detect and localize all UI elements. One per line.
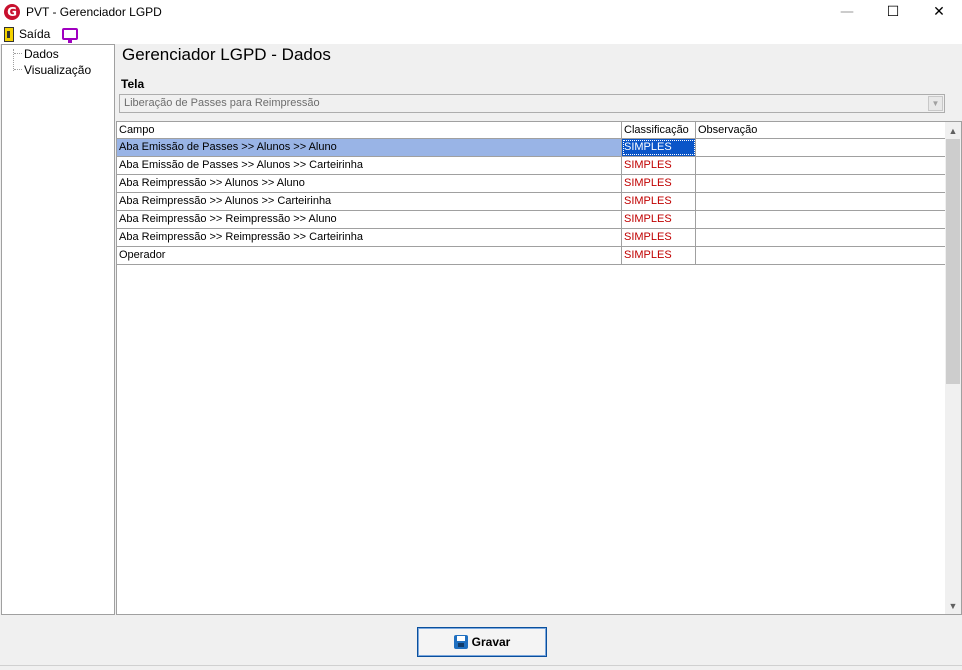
table-row[interactable]: Aba Reimpressão >> Alunos >> Carteirinha…: [117, 193, 946, 211]
table-row[interactable]: Aba Emissão de Passes >> Alunos >> Carte…: [117, 157, 946, 175]
maximize-button[interactable]: ☐: [870, 0, 916, 24]
exit-door-icon[interactable]: [4, 26, 14, 42]
cell-classificacao[interactable]: SIMPLES: [622, 247, 696, 264]
cell-classificacao[interactable]: SIMPLES: [622, 139, 696, 156]
monitor-icon[interactable]: [62, 28, 79, 43]
grid-header: Campo Classificação Observação: [117, 122, 946, 139]
close-button[interactable]: ✕: [916, 0, 962, 24]
cell-observacao[interactable]: [696, 139, 946, 156]
cell-campo[interactable]: Aba Reimpressão >> Alunos >> Aluno: [117, 175, 622, 192]
cell-observacao[interactable]: [696, 211, 946, 228]
app-logo-icon: G: [4, 4, 20, 20]
vertical-scrollbar[interactable]: ▲ ▼: [945, 122, 961, 614]
header-campo[interactable]: Campo: [117, 122, 622, 138]
table-row[interactable]: Aba Emissão de Passes >> Alunos >> Aluno…: [117, 139, 946, 157]
cell-campo[interactable]: Aba Emissão de Passes >> Alunos >> Carte…: [117, 157, 622, 174]
tela-select[interactable]: Liberação de Passes para Reimpressão ▼: [119, 94, 945, 113]
cell-campo[interactable]: Aba Emissão de Passes >> Alunos >> Aluno: [117, 139, 622, 156]
cell-observacao[interactable]: [696, 247, 946, 264]
cell-campo[interactable]: Aba Reimpressão >> Reimpressão >> Aluno: [117, 211, 622, 228]
tela-label: Tela: [121, 77, 145, 91]
cell-classificacao[interactable]: SIMPLES: [622, 193, 696, 210]
save-button[interactable]: Gravar: [417, 627, 547, 657]
table-row[interactable]: Aba Reimpressão >> Reimpressão >> Cartei…: [117, 229, 946, 247]
table-row[interactable]: Aba Reimpressão >> Reimpressão >> Aluno …: [117, 211, 946, 229]
scroll-up-icon[interactable]: ▲: [945, 122, 961, 139]
cell-observacao[interactable]: [696, 175, 946, 192]
cell-classificacao[interactable]: SIMPLES: [622, 229, 696, 246]
scrollbar-thumb[interactable]: [946, 139, 960, 384]
grid-rows: Aba Emissão de Passes >> Alunos >> Aluno…: [117, 139, 946, 265]
tree-item-visualizacao[interactable]: Visualização: [24, 63, 91, 77]
page-title: Gerenciador LGPD - Dados: [122, 45, 331, 64]
cell-campo[interactable]: Aba Reimpressão >> Alunos >> Carteirinha: [117, 193, 622, 210]
cell-classificacao[interactable]: SIMPLES: [622, 157, 696, 174]
header-observacao[interactable]: Observação: [696, 122, 946, 138]
chevron-down-icon[interactable]: ▼: [928, 96, 943, 111]
cell-observacao[interactable]: [696, 193, 946, 210]
cell-campo[interactable]: Aba Reimpressão >> Reimpressão >> Cartei…: [117, 229, 622, 246]
cell-observacao[interactable]: [696, 229, 946, 246]
divider: [0, 665, 962, 666]
table-row[interactable]: Operador SIMPLES: [117, 247, 946, 265]
minimize-button[interactable]: —: [824, 0, 870, 24]
table-row[interactable]: Aba Reimpressão >> Alunos >> Aluno SIMPL…: [117, 175, 946, 193]
scroll-down-icon[interactable]: ▼: [945, 597, 961, 614]
cell-classificacao[interactable]: SIMPLES: [622, 175, 696, 192]
cell-campo[interactable]: Operador: [117, 247, 622, 264]
tree-connector: [14, 53, 22, 54]
menu-bar: Saída: [0, 24, 962, 44]
tela-select-value: Liberação de Passes para Reimpressão: [124, 97, 320, 109]
exit-menu-item[interactable]: Saída: [19, 27, 50, 41]
data-grid: Campo Classificação Observação Aba Emiss…: [116, 121, 962, 615]
window-controls: — ☐ ✕: [824, 0, 962, 24]
cell-classificacao[interactable]: SIMPLES: [622, 211, 696, 228]
cell-observacao[interactable]: [696, 157, 946, 174]
tree-item-dados[interactable]: Dados: [24, 47, 59, 61]
floppy-disk-icon: [453, 635, 468, 649]
navigation-tree: Dados Visualização: [1, 44, 115, 615]
save-button-label: Gravar: [471, 635, 511, 649]
window-title: PVT - Gerenciador LGPD: [26, 5, 162, 19]
tree-connector: [14, 69, 22, 70]
title-bar: G PVT - Gerenciador LGPD — ☐ ✕: [0, 0, 962, 24]
header-classificacao[interactable]: Classificação: [622, 122, 696, 138]
